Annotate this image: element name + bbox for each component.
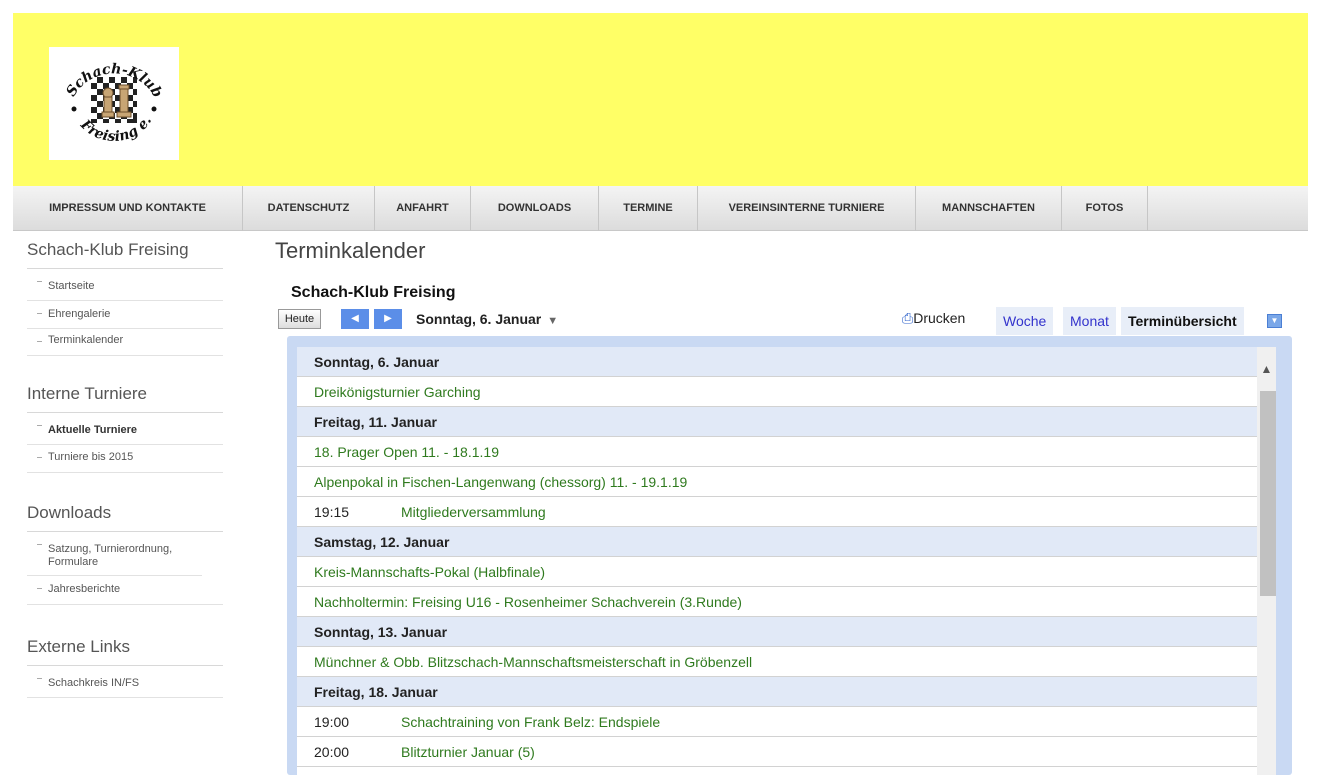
sidebar-section-downloads: Downloads Satzung, Turnierordnung, Formu… [27, 503, 223, 605]
event-title[interactable]: Schachtraining von Frank Belz: Endspiele [401, 714, 660, 730]
nav-impressum[interactable]: IMPRESSUM UND KONTAKTE [13, 186, 243, 231]
nav-downloads[interactable]: DOWNLOADS [471, 186, 599, 231]
sidebar-item-jahresberichte[interactable]: Jahresberichte [27, 576, 223, 605]
agenda-list: Sonntag, 6. Januar Dreikönigsturnier Garc… [297, 347, 1257, 775]
sidebar-title-club: Schach-Klub Freising [27, 240, 223, 269]
main-content: Terminkalender [275, 238, 1295, 264]
sidebar-item-aktuelle-turniere[interactable]: Aktuelle Turniere [27, 413, 223, 445]
print-label: Drucken [913, 310, 966, 326]
event-title[interactable]: Nachholtermin: Freising U16 - Rosenheime… [314, 594, 742, 610]
agenda-event-row[interactable]: Kreis-Mannschafts-Pokal (Halbfinale) [297, 557, 1257, 587]
agenda-day-header: Freitag, 11. Januar [297, 407, 1257, 437]
chevron-down-icon: ▼ [1270, 316, 1279, 325]
sidebar-list-links: Schachkreis IN/FS [27, 666, 223, 698]
agenda-scrollbar[interactable]: ▲ [1257, 347, 1276, 775]
agenda-event-row[interactable]: Alpenpokal in Fischen-Langenwang (chesso… [297, 467, 1257, 497]
agenda-event-row[interactable]: Nachholtermin: Freising U16 - Rosenheime… [297, 587, 1257, 617]
sidebar-list-downloads: Satzung, Turnierordnung, Formulare Jahre… [27, 532, 223, 605]
sidebar-title-downloads: Downloads [27, 503, 223, 532]
sidebar-item-schachkreis[interactable]: Schachkreis IN/FS [27, 666, 223, 698]
chevron-right-icon: ▶ [384, 313, 392, 324]
agenda-event-row[interactable]: Münchner & Obb. Blitzschach-Mannschaftsm… [297, 647, 1257, 677]
chess-logo-icon: Schach-Klub Freising e.V. [49, 47, 165, 145]
current-date: Sonntag, 6. Januar [416, 311, 542, 327]
nav-vereinsinterne-turniere[interactable]: VEREINSINTERNE TURNIERE [698, 186, 916, 231]
chevron-down-icon: ▼ [547, 315, 559, 327]
nav-anfahrt[interactable]: ANFAHRT [375, 186, 471, 231]
date-picker[interactable]: Sonntag, 6. Januar ▼ [416, 311, 558, 327]
sidebar-item-satzung[interactable]: Satzung, Turnierordnung, Formulare [27, 532, 202, 576]
agenda-day-label: Samstag, 12. Januar [314, 534, 450, 550]
today-button[interactable]: Heute [278, 309, 321, 329]
agenda-event-row[interactable]: 18. Prager Open 11. - 18.1.19 [297, 437, 1257, 467]
sidebar-item-terminkalender[interactable]: Terminkalender [27, 329, 223, 356]
site-header: Schach-Klub Freising e.V. [13, 13, 1308, 186]
event-title[interactable]: Münchner & Obb. Blitzschach-Mannschaftsm… [314, 654, 752, 670]
chevron-up-icon[interactable]: ▲ [1257, 347, 1276, 391]
printer-icon: ⎙ [902, 310, 914, 326]
event-title[interactable]: Blitzturnier Januar (5) [401, 744, 535, 760]
agenda-day-label: Sonntag, 13. Januar [314, 624, 448, 640]
agenda-day-label: Sonntag, 6. Januar [314, 354, 440, 370]
calendar-toolbar: Heute ◀ ▶ Sonntag, 6. Januar ▼ ⎙Drucken W… [278, 307, 1282, 335]
event-title[interactable]: 18. Prager Open 11. - 18.1.19 [314, 444, 499, 460]
page-title: Terminkalender [275, 238, 426, 263]
sidebar-list-club: Startseite Ehrengalerie Terminkalender [27, 269, 223, 356]
sidebar-item-turniere-bis-2015[interactable]: Turniere bis 2015 [27, 445, 223, 473]
nav-fotos[interactable]: FOTOS [1062, 186, 1148, 231]
nav-mannschaften[interactable]: MANNSCHAFTEN [916, 186, 1062, 231]
event-time: 19:00 [314, 714, 350, 730]
event-time: 20:00 [314, 744, 350, 760]
agenda-day-header: Freitag, 18. Januar [297, 677, 1257, 707]
nav-datenschutz[interactable]: DATENSCHUTZ [243, 186, 375, 231]
event-time: 19:15 [314, 504, 350, 520]
tab-monat[interactable]: Monat [1063, 307, 1116, 335]
agenda-day-label: Freitag, 18. Januar [314, 684, 438, 700]
agenda-day-header: Sonntag, 6. Januar [297, 347, 1257, 377]
agenda-panel: Sonntag, 6. Januar Dreikönigsturnier Garc… [287, 336, 1292, 775]
scroll-thumb[interactable] [1260, 391, 1276, 596]
calendar-title: Schach-Klub Freising [291, 284, 456, 301]
main-navigation: IMPRESSUM UND KONTAKTE DATENSCHUTZ ANFAH… [13, 186, 1308, 231]
event-title[interactable]: Kreis-Mannschafts-Pokal (Halbfinale) [314, 564, 545, 580]
chevron-left-icon: ◀ [351, 313, 359, 324]
event-title[interactable]: Alpenpokal in Fischen-Langenwang (chesso… [314, 474, 687, 490]
sidebar-title-turniere: Interne Turniere [27, 384, 223, 413]
sidebar-list-turniere: Aktuelle Turniere Turniere bis 2015 [27, 413, 223, 473]
agenda-event-row[interactable]: 19:00 Schachtraining von Frank Belz: Ends… [297, 707, 1257, 737]
sidebar-item-startseite[interactable]: Startseite [27, 269, 223, 301]
print-button[interactable]: ⎙Drucken [902, 310, 965, 327]
sidebar-item-ehrengalerie[interactable]: Ehrengalerie [27, 301, 223, 329]
club-logo[interactable]: Schach-Klub Freising e.V. [49, 47, 179, 160]
tab-terminuebersicht[interactable]: Terminübersicht [1121, 307, 1244, 335]
event-title[interactable]: Dreikönigsturnier Garching [314, 384, 481, 400]
tab-woche[interactable]: Woche [996, 307, 1054, 335]
sidebar-section-links: Externe Links Schachkreis IN/FS [27, 637, 223, 698]
agenda-day-label: Freitag, 11. Januar [314, 414, 437, 430]
sidebar-title-links: Externe Links [27, 637, 223, 666]
sidebar: Schach-Klub Freising Startseite Ehrengal… [27, 240, 223, 698]
sidebar-section-turniere: Interne Turniere Aktuelle Turniere Turni… [27, 384, 223, 473]
prev-button[interactable]: ◀ [341, 309, 369, 329]
tab-dropdown-button[interactable]: ▼ [1267, 314, 1282, 328]
sidebar-section-club: Schach-Klub Freising Startseite Ehrengal… [27, 240, 223, 356]
nav-termine[interactable]: TERMINE [599, 186, 698, 231]
agenda-event-row[interactable]: 19:15 Mitgliederversammlung [297, 497, 1257, 527]
agenda-event-row[interactable]: 20:00 Blitzturnier Januar (5) [297, 737, 1257, 767]
agenda-event-row[interactable]: Dreikönigsturnier Garching [297, 377, 1257, 407]
event-title[interactable]: Mitgliederversammlung [401, 504, 546, 520]
agenda-day-header: Sonntag, 13. Januar [297, 617, 1257, 647]
agenda-day-header: Samstag, 12. Januar [297, 527, 1257, 557]
next-button[interactable]: ▶ [374, 309, 402, 329]
